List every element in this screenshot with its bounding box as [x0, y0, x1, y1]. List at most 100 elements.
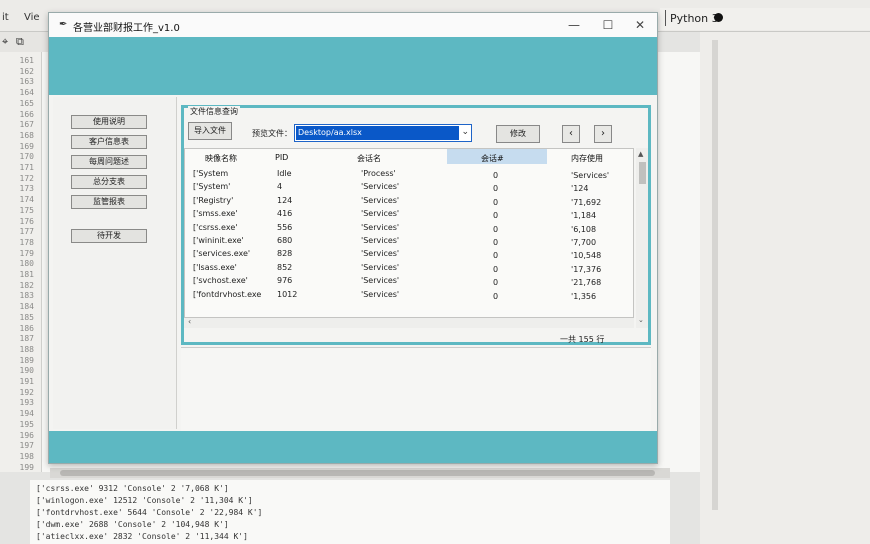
help-button[interactable]: 使用说明 [71, 115, 147, 129]
branch-summary-button[interactable]: 总分支表 [71, 175, 147, 189]
table-cell[interactable]: 0 [493, 225, 498, 234]
table-cell[interactable]: 'Services' [361, 196, 399, 205]
line-number: 175 [19, 205, 34, 215]
table-cell[interactable]: '1,356 [571, 292, 596, 301]
table-cell[interactable]: 'Services' [361, 249, 399, 258]
ide-vertical-scrollbar[interactable] [712, 40, 718, 510]
table-cell[interactable]: 0 [493, 198, 498, 207]
column-header[interactable]: 内存使用 [571, 153, 603, 164]
maximize-button[interactable]: ☐ [597, 16, 619, 34]
table-cell[interactable]: 0 [493, 278, 498, 287]
title-bar[interactable]: ✒ 各营业部财报工作_v1.0 — ☐ ✕ [49, 13, 657, 37]
table-cell[interactable]: 0 [493, 184, 498, 193]
table-cell[interactable]: 828 [277, 249, 292, 258]
line-number: 193 [19, 398, 34, 408]
ide-menu-item[interactable]: Vie [24, 12, 40, 23]
console-line: ['dwm.exe' 2688 'Console' 2 '104,948 K'] [36, 520, 229, 529]
table-cell[interactable]: '71,692 [571, 198, 601, 207]
table-cell[interactable]: 976 [277, 276, 292, 285]
scroll-left-icon[interactable]: ‹ [188, 317, 191, 326]
lower-panel [181, 347, 651, 431]
table-cell[interactable]: 'Services' [361, 263, 399, 272]
table-cell[interactable]: 'Services' [361, 276, 399, 285]
table-cell[interactable]: 'Services' [361, 290, 399, 299]
table-cell[interactable]: 4 [277, 182, 282, 191]
table-cell[interactable]: 680 [277, 236, 292, 245]
table-cell[interactable]: '1,184 [571, 211, 596, 220]
scroll-up-icon[interactable]: ▲ [638, 150, 643, 158]
table-cell[interactable]: '6,108 [571, 225, 596, 234]
console-line: ['fontdrvhost.exe' 5644 'Console' 2 '22,… [36, 508, 263, 517]
table-cell[interactable]: '10,548 [571, 251, 601, 260]
table-cell[interactable]: ['lsass.exe' [193, 263, 237, 272]
table-cell[interactable]: ['System [193, 169, 228, 178]
modify-button[interactable]: 修改 [496, 125, 540, 143]
minimize-button[interactable]: — [563, 16, 585, 34]
table-cell[interactable]: 'Services' [571, 171, 609, 180]
file-select-value: Desktop/aa.xlsx [296, 126, 459, 140]
table-cell[interactable]: 0 [493, 238, 498, 247]
kernel-label: Python 3 [670, 12, 719, 25]
table-cell[interactable]: '17,376 [571, 265, 601, 274]
table-cell[interactable]: ['fontdrvhost.exe [193, 290, 261, 299]
table-cell[interactable]: ['smss.exe' [193, 209, 238, 218]
table-cell[interactable]: ['Registry' [193, 196, 233, 205]
todo-button[interactable]: 待开发 [71, 229, 147, 243]
ide-toolbar: ⌖ ⧉ [0, 32, 50, 52]
line-number: 191 [19, 377, 34, 386]
table-cell[interactable]: 0 [493, 292, 498, 301]
table-cell[interactable]: 'Services' [361, 182, 399, 191]
kernel-separator [665, 10, 666, 26]
close-button[interactable]: ✕ [629, 16, 651, 34]
table-cell[interactable]: ['csrss.exe' [193, 223, 237, 232]
regulatory-report-button[interactable]: 监管报表 [71, 195, 147, 209]
table-cell[interactable]: '21,768 [571, 278, 601, 287]
table-cell[interactable]: 'Process' [361, 169, 396, 178]
table-cell[interactable]: 'Services' [361, 209, 399, 218]
table-cell[interactable]: 852 [277, 263, 292, 272]
table-cell[interactable]: '124 [571, 184, 588, 193]
copy-icon[interactable]: ⧉ [16, 35, 24, 49]
column-header[interactable]: PID [275, 153, 288, 162]
table-cell[interactable]: '7,700 [571, 238, 596, 247]
line-number: 168 [19, 130, 34, 140]
column-header[interactable]: 会话# [481, 153, 504, 164]
table-cell[interactable]: 0 [493, 265, 498, 274]
weekly-issues-button[interactable]: 每周问题述 [71, 155, 147, 169]
table-cell[interactable]: 0 [493, 211, 498, 220]
table-cell[interactable]: 0 [493, 171, 498, 180]
line-number: 181 [19, 270, 34, 279]
file-select[interactable]: Desktop/aa.xlsx ⌄ [294, 124, 472, 142]
cursor-icon[interactable]: ⌖ [2, 35, 8, 49]
import-file-button[interactable]: 导入文件 [188, 122, 232, 140]
process-table[interactable]: 映像名称 PID 会话名 会话# 内存使用 ['System Idle 'Proce… [184, 148, 634, 318]
table-cell[interactable]: 'Services' [361, 223, 399, 232]
scroll-down-icon[interactable]: ⌄ [638, 316, 644, 324]
table-cell[interactable]: ['wininit.exe' [193, 236, 244, 245]
prev-page-button[interactable]: ‹ [562, 125, 580, 143]
table-cell[interactable]: Idle [277, 169, 292, 178]
table-cell[interactable]: 556 [277, 223, 292, 232]
scrollbar-thumb[interactable] [60, 470, 655, 476]
table-cell[interactable]: 'Services' [361, 236, 399, 245]
table-cell[interactable]: 124 [277, 196, 292, 205]
table-horizontal-scrollbar[interactable]: ‹ [184, 317, 634, 328]
ide-horizontal-scrollbar[interactable] [50, 468, 670, 478]
table-cell[interactable]: ['services.exe' [193, 249, 250, 258]
line-number: 174 [19, 195, 34, 205]
scrollbar-thumb[interactable] [639, 162, 646, 184]
column-header[interactable]: 会话名 [357, 153, 381, 164]
line-number: 183 [19, 291, 34, 301]
line-number: 179 [19, 248, 34, 258]
table-cell[interactable]: ['System' [193, 182, 230, 191]
ide-menu-item[interactable]: it [2, 12, 9, 23]
chevron-down-icon[interactable]: ⌄ [461, 127, 469, 137]
next-page-button[interactable]: › [594, 125, 612, 143]
column-header[interactable]: 映像名称 [205, 153, 237, 164]
table-cell[interactable]: 416 [277, 209, 292, 218]
table-cell[interactable]: ['svchost.exe' [193, 276, 248, 285]
table-cell[interactable]: 0 [493, 251, 498, 260]
customer-info-button[interactable]: 客户信息表 [71, 135, 147, 149]
table-vertical-scrollbar[interactable]: ▲ ⌄ [636, 148, 648, 328]
table-cell[interactable]: 1012 [277, 290, 297, 299]
